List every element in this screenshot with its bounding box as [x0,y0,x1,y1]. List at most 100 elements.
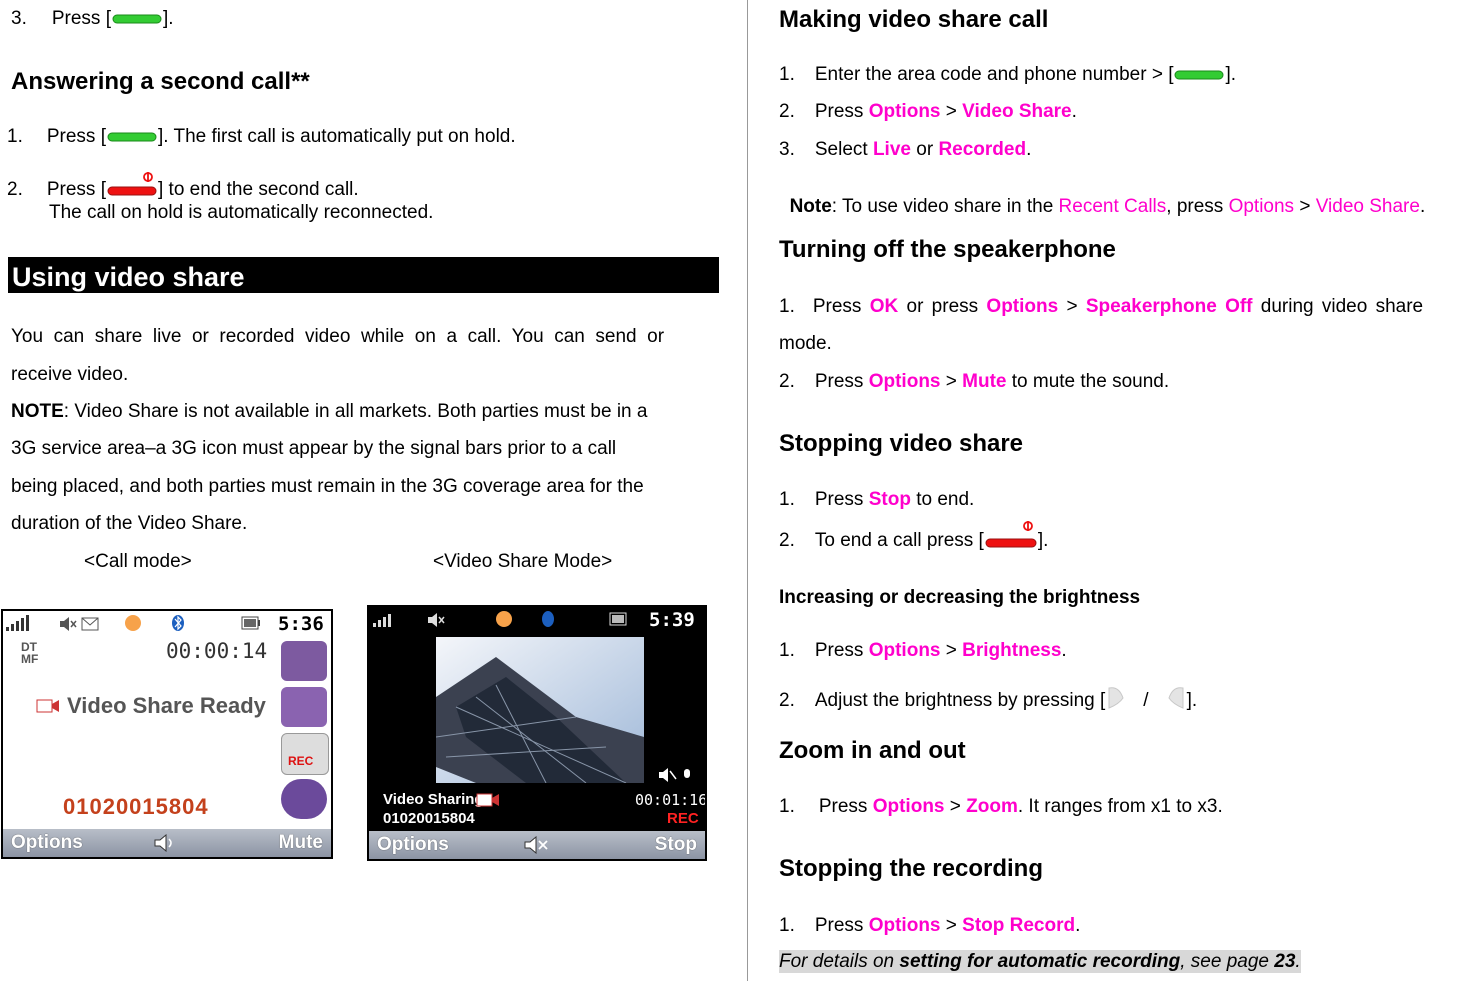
keyword-video-share: Video Share [962,101,1072,122]
heading-speakerphone: Turning off the speakerphone [779,236,1116,263]
rec-indicator: REC [667,810,699,827]
call-timer: 00:01:16 [635,791,707,809]
step-text: Press [ [51,8,111,29]
keyword-live: Live [872,139,911,160]
heading-zoom: Zoom in and out [779,737,966,764]
intro-line-1: You can share live or recorded video whi… [11,326,665,347]
step-number: 1. [779,640,795,661]
status-bar: 5:36 [3,611,331,635]
volume-down-key-icon [1168,687,1184,709]
step-text: Press [ [46,126,106,147]
video-share-icon [476,793,499,807]
step-3: 3. Press []. [11,9,174,28]
3g-icon [496,611,512,627]
step-text-end: ]. [1186,690,1198,711]
speaker-muted-icon [60,617,77,631]
caption-call-mode: <Call mode> [84,551,192,572]
keyword-speakerphone-off: Speakerphone Off [1085,296,1253,317]
keyword-options: Options [868,101,941,122]
speaker-icon [154,834,172,852]
bluetooth-icon [542,611,554,627]
keyword-options: Options [1228,196,1295,217]
step-number: 3. [779,139,795,160]
step-text-end: to end. [910,489,975,510]
keyword-stop-record: Stop Record [962,915,1076,936]
3g-icon [125,615,141,631]
clock: 5:39 [649,609,695,631]
step-text-end: during video share [1252,296,1424,317]
send-key-icon [1174,70,1224,80]
footer-page-number: 23 [1274,951,1296,972]
video-share-screenshot: 5:39 Video Sharing 00:01:16 01020015804 … [367,605,707,861]
keyword-options: Options [872,796,945,817]
speaker-step-1: 1. Press OK or press Options > Speakerpho… [779,297,1423,316]
keyword-options: Options [868,915,941,936]
step-text: or press [898,296,987,317]
step-number: 1. [779,296,795,317]
stop-step-2: 2. To end a call press []. [779,520,1048,552]
step-text-end: ]. [1037,530,1049,551]
softkey-bar: Options Stop [369,831,705,859]
section-title: Using video share [12,262,245,292]
step-number: 1. [779,796,795,817]
heading-making-video-share: Making video share call [779,6,1049,33]
video-preview-image [436,637,644,783]
footer-text-end: . [1295,951,1301,972]
step-text: Press [814,915,869,936]
keyword-recorded: Recorded [938,139,1027,160]
speaker-muted-icon [524,836,548,854]
step-text: Select [814,139,873,160]
second-call-step-2: 2. Press [ ] to end the second call. [7,171,359,199]
rec-step-1: 1. Press Options > Stop Record. [779,916,1080,935]
step-text-end: . It ranges from x1 to x3. [1017,796,1223,817]
making-step-1: 1. Enter the area code and phone number >… [779,65,1236,84]
keyword-ok: OK [869,296,899,317]
step-number: 2. [779,530,795,551]
step-text: Press [814,489,869,510]
step-number: 1. [779,489,795,510]
note-text-end: . [1419,196,1426,217]
note-line-2: 3G service area–a 3G icon must appear by… [11,438,617,459]
heading-second-call: Answering a second call** [11,68,310,95]
making-step-3: 3. Select Live or Recorded. [779,140,1031,159]
footer-reference: For details on setting for automatic rec… [779,950,1301,973]
keyword-recent-calls: Recent Calls [1058,196,1167,217]
call-timer: 00:00:14 [166,639,268,663]
keyword-mute: Mute [962,371,1007,392]
step-number: 2. [7,179,23,200]
keyword-options: Options [986,296,1059,317]
keyword-options: Options [868,371,941,392]
video-share-status: Video Share Ready [67,693,266,718]
step-number: 2. [779,690,795,711]
step-text-end: ]. [162,8,174,29]
footer-link-text: setting for automatic recording [899,951,1181,972]
keyword-brightness: Brightness [962,640,1062,661]
step-text-end: . [1061,640,1067,661]
step-text-end: to mute the sound. [1006,371,1170,392]
step-text: Press [ [46,179,106,200]
keyword-zoom: Zoom [966,796,1018,817]
signal-icon [6,615,29,631]
step-number: 1. [779,915,795,936]
bright-step-2: 2. Adjust the brightness by pressing [/]. [779,684,1197,714]
section-title-bar: Using video share [8,257,719,293]
step-text: Press [814,371,869,392]
step-text: Press [814,101,869,122]
step-text: Adjust the brightness by pressing [ [814,690,1106,711]
softkey-options: Options [11,832,83,853]
separator: > [940,640,963,661]
step-text: Press [814,640,869,661]
step-text-end: ] to end the second call. [157,179,359,200]
step-text-end: ]. [1225,64,1237,85]
bluetooth-icon [172,615,184,631]
step-text-end: . [1071,101,1077,122]
mute-mic-icon [659,768,690,782]
battery-icon [609,612,627,626]
battery-icon [241,616,260,630]
step-number: 3. [11,8,27,29]
status-bar: 5:39 [369,607,705,631]
separator: > [940,915,963,936]
note-label: NOTE [11,401,64,422]
send-key-icon [112,14,162,24]
volume-up-key-icon [1108,687,1124,709]
